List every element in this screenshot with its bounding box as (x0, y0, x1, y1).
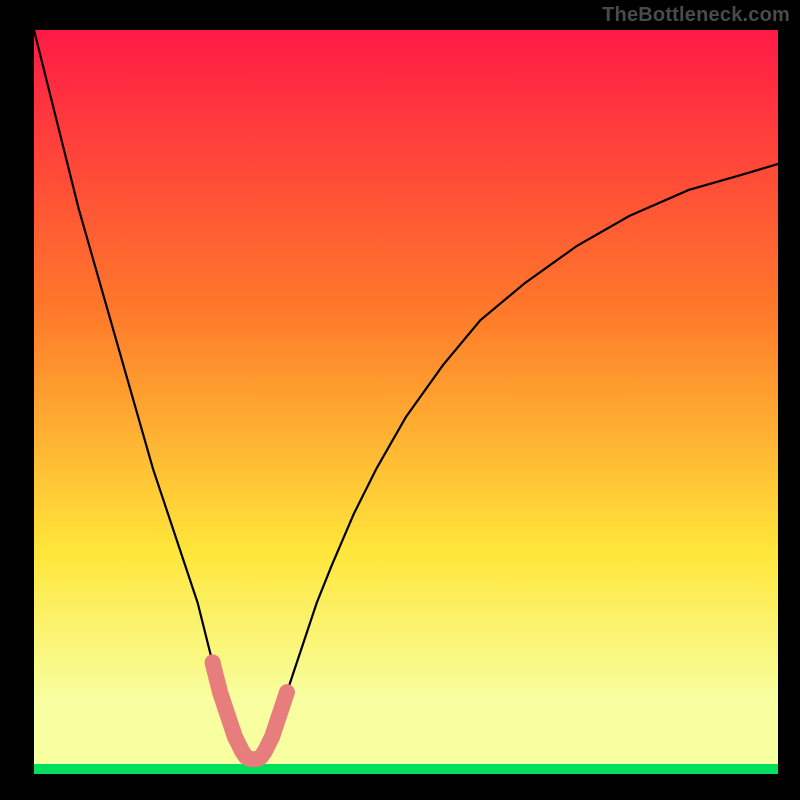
bottleneck-plot (0, 0, 800, 800)
plot-bottom-strip (34, 764, 778, 774)
plot-gradient-background (34, 30, 778, 774)
watermark-text: TheBottleneck.com (602, 4, 790, 27)
chart-stage: TheBottleneck.com (0, 0, 800, 800)
